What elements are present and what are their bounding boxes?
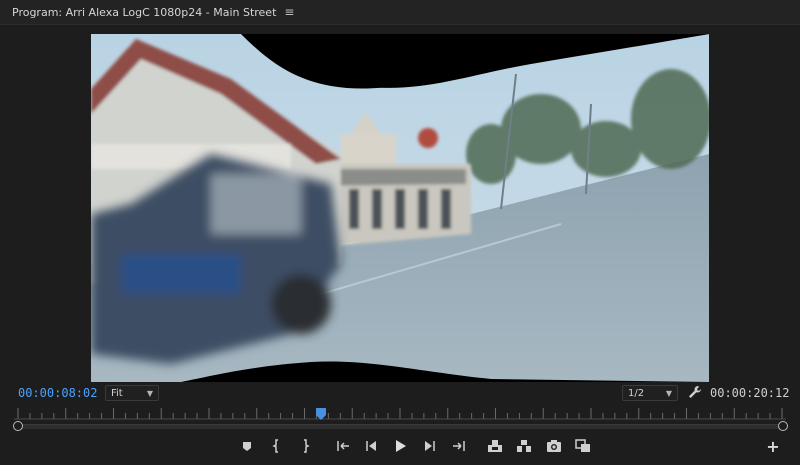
mark-in-icon[interactable]	[268, 437, 286, 455]
time-ruler[interactable]	[14, 406, 786, 420]
button-editor-add-icon[interactable]: +	[764, 437, 782, 456]
current-timecode[interactable]: 00:00:08:02	[18, 386, 97, 400]
settings-wrench-icon[interactable]	[687, 384, 703, 400]
add-marker-icon[interactable]	[238, 437, 256, 455]
go-to-out-icon[interactable]	[450, 437, 468, 455]
playhead[interactable]	[315, 408, 326, 420]
zoom-scroll-handle-right[interactable]	[778, 421, 788, 431]
mark-out-icon[interactable]	[296, 437, 314, 455]
panel-title: Program: Arri Alexa LogC 1080p24 - Main …	[12, 5, 277, 19]
export-frame-icon[interactable]	[545, 437, 563, 455]
hamburger-menu-icon[interactable]: ≡	[284, 5, 294, 19]
go-to-in-icon[interactable]	[334, 437, 352, 455]
chevron-down-icon: ▼	[146, 388, 153, 398]
step-back-icon[interactable]	[362, 437, 380, 455]
step-forward-icon[interactable]	[421, 437, 439, 455]
duration-timecode: 00:00:20:12	[710, 386, 790, 400]
panel-header: Program: Arri Alexa LogC 1080p24 - Main …	[0, 0, 800, 25]
zoom-level-value: Fit	[111, 387, 123, 399]
zoom-scroll-handle-left[interactable]	[13, 421, 23, 431]
program-monitor-viewer[interactable]	[91, 34, 709, 382]
play-icon[interactable]	[391, 437, 409, 455]
playback-resolution-value: 1/2	[628, 387, 645, 399]
playback-resolution-dropdown[interactable]: 1/2 ▼	[622, 385, 678, 401]
video-frame	[91, 34, 709, 382]
lift-icon[interactable]	[486, 437, 504, 455]
chevron-down-icon: ▼	[665, 388, 672, 398]
comparison-view-icon[interactable]	[574, 437, 592, 455]
zoom-level-dropdown[interactable]: Fit ▼	[105, 385, 159, 401]
extract-icon[interactable]	[515, 437, 533, 455]
zoom-scroll-bar[interactable]	[18, 424, 782, 429]
